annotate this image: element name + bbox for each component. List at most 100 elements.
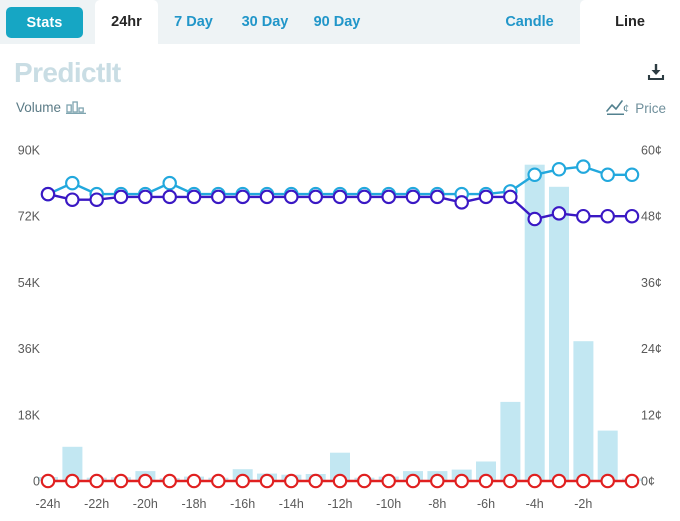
series-point-yes[interactable] [162, 175, 177, 191]
volume-bar [573, 341, 594, 481]
series-point-yes[interactable] [624, 167, 640, 183]
x-axis-tick: -24h [35, 497, 60, 511]
series-point-no[interactable] [284, 189, 299, 205]
series-point-no[interactable] [527, 211, 542, 227]
series-point-zero[interactable] [186, 473, 202, 489]
volume-bars-group [38, 164, 642, 482]
tab-7day[interactable]: 7 Day [166, 0, 221, 44]
price-series-group [40, 159, 640, 489]
y-axis-right-tick: 60¢ [641, 144, 662, 158]
series-point-zero[interactable] [162, 473, 177, 489]
y-axis-right-tick: 0¢ [641, 475, 655, 489]
series-point-zero[interactable] [624, 473, 640, 489]
series-point-no[interactable] [551, 206, 567, 221]
y-axis-left-tick: 36K [18, 342, 41, 356]
series-point-no[interactable] [332, 189, 348, 205]
y-axis-left-tick: 72K [18, 210, 41, 224]
tab-candle[interactable]: Candle [492, 0, 567, 44]
series-point-zero[interactable] [600, 473, 615, 489]
series-point-zero[interactable] [259, 473, 275, 489]
series-point-no[interactable] [259, 189, 275, 205]
series-point-zero[interactable] [211, 473, 226, 489]
series-point-no[interactable] [162, 189, 177, 205]
series-point-zero[interactable] [454, 473, 469, 489]
series-point-no[interactable] [454, 195, 469, 210]
volume-toggle[interactable]: Volume [16, 100, 87, 115]
series-point-zero[interactable] [284, 473, 299, 489]
predictit-chart-widget: Stats 24hr 7 Day 30 Day 90 Day Candle Li… [0, 0, 680, 521]
chart-plot-area: 0 18K 36K 54K 72K 90K 0¢ 12¢ 24¢ 36¢ 48¢ 60¢ -24h -… [0, 130, 680, 521]
x-axis-tick: -8h [428, 497, 446, 511]
series-point-no[interactable] [89, 192, 104, 207]
series-point-zero[interactable] [381, 473, 396, 489]
line-chart-cent-icon: ¢ [606, 100, 632, 116]
series-point-no[interactable] [405, 189, 421, 205]
x-axis-tick: -14h [279, 497, 304, 511]
series-point-no[interactable] [40, 186, 56, 202]
series-point-zero[interactable] [89, 473, 104, 489]
series-point-no[interactable] [113, 189, 129, 205]
y-axis-right-tick: 24¢ [641, 342, 662, 356]
y-axis-left-tick: 90K [18, 144, 41, 158]
download-icon[interactable] [646, 62, 666, 82]
series-point-zero[interactable] [576, 473, 591, 489]
series-point-no[interactable] [308, 189, 323, 205]
series-point-no[interactable] [211, 189, 226, 205]
series-point-no[interactable] [138, 189, 153, 205]
series-point-no[interactable] [600, 208, 615, 224]
x-axis-tick: -2h [574, 497, 592, 511]
tab-24hr[interactable]: 24hr [95, 0, 158, 44]
right-axis-labels: 0¢ 12¢ 24¢ 36¢ 48¢ 60¢ [641, 144, 662, 489]
predictit-watermark: PredictIt [14, 57, 121, 88]
series-point-zero[interactable] [332, 473, 348, 489]
y-axis-left-tick: 18K [18, 408, 41, 422]
price-label: Price [635, 100, 666, 116]
series-point-yes[interactable] [527, 167, 542, 183]
series-point-zero[interactable] [113, 473, 129, 489]
series-point-yes[interactable] [600, 167, 615, 183]
tab-line[interactable]: Line [580, 0, 680, 44]
x-axis-tick: -4h [526, 497, 544, 511]
x-axis-tick: -16h [230, 497, 255, 511]
tab-30day[interactable]: 30 Day [233, 0, 297, 44]
series-point-no[interactable] [381, 189, 396, 205]
series-point-no[interactable] [503, 189, 518, 205]
x-axis-tick: -22h [84, 497, 109, 511]
price-toggle[interactable]: ¢ Price [606, 100, 666, 116]
series-point-no[interactable] [430, 189, 445, 205]
volume-bar [549, 186, 569, 482]
series-point-yes[interactable] [576, 159, 591, 174]
x-axis-tick: -10h [376, 497, 401, 511]
y-axis-right-tick: 12¢ [641, 408, 662, 422]
series-point-no[interactable] [186, 189, 202, 205]
series-point-zero[interactable] [478, 473, 494, 489]
series-point-zero[interactable] [405, 473, 421, 489]
stats-button[interactable]: Stats [6, 7, 83, 38]
series-point-yes[interactable] [551, 162, 567, 177]
x-axis-tick: -12h [327, 497, 352, 511]
series-point-no[interactable] [478, 189, 494, 205]
bar-chart-icon [65, 100, 87, 115]
series-point-zero[interactable] [308, 473, 323, 489]
x-axis-tick: -20h [133, 497, 158, 511]
series-point-no[interactable] [235, 189, 250, 205]
series-point-zero[interactable] [551, 473, 567, 489]
series-point-zero[interactable] [503, 473, 518, 489]
series-point-zero[interactable] [40, 473, 56, 489]
series-point-zero[interactable] [430, 473, 445, 489]
series-point-zero[interactable] [527, 473, 542, 489]
series-point-zero[interactable] [357, 473, 372, 489]
tab-90day[interactable]: 90 Day [305, 0, 369, 44]
series-point-no[interactable] [65, 192, 80, 207]
series-point-no[interactable] [624, 208, 640, 224]
series-point-no[interactable] [357, 189, 372, 205]
series-point-zero[interactable] [138, 473, 153, 489]
series-point-zero[interactable] [65, 473, 80, 489]
series-point-no[interactable] [576, 208, 591, 224]
svg-text:¢: ¢ [623, 101, 629, 115]
x-axis-tick: -6h [477, 497, 495, 511]
series-point-zero[interactable] [235, 473, 250, 489]
price-volume-chart[interactable]: 018K36K54K72K90K 0¢12¢24¢36¢48¢60¢ -24h -… [0, 130, 680, 521]
series-point-yes[interactable] [65, 175, 80, 191]
volume-label: Volume [16, 100, 62, 115]
